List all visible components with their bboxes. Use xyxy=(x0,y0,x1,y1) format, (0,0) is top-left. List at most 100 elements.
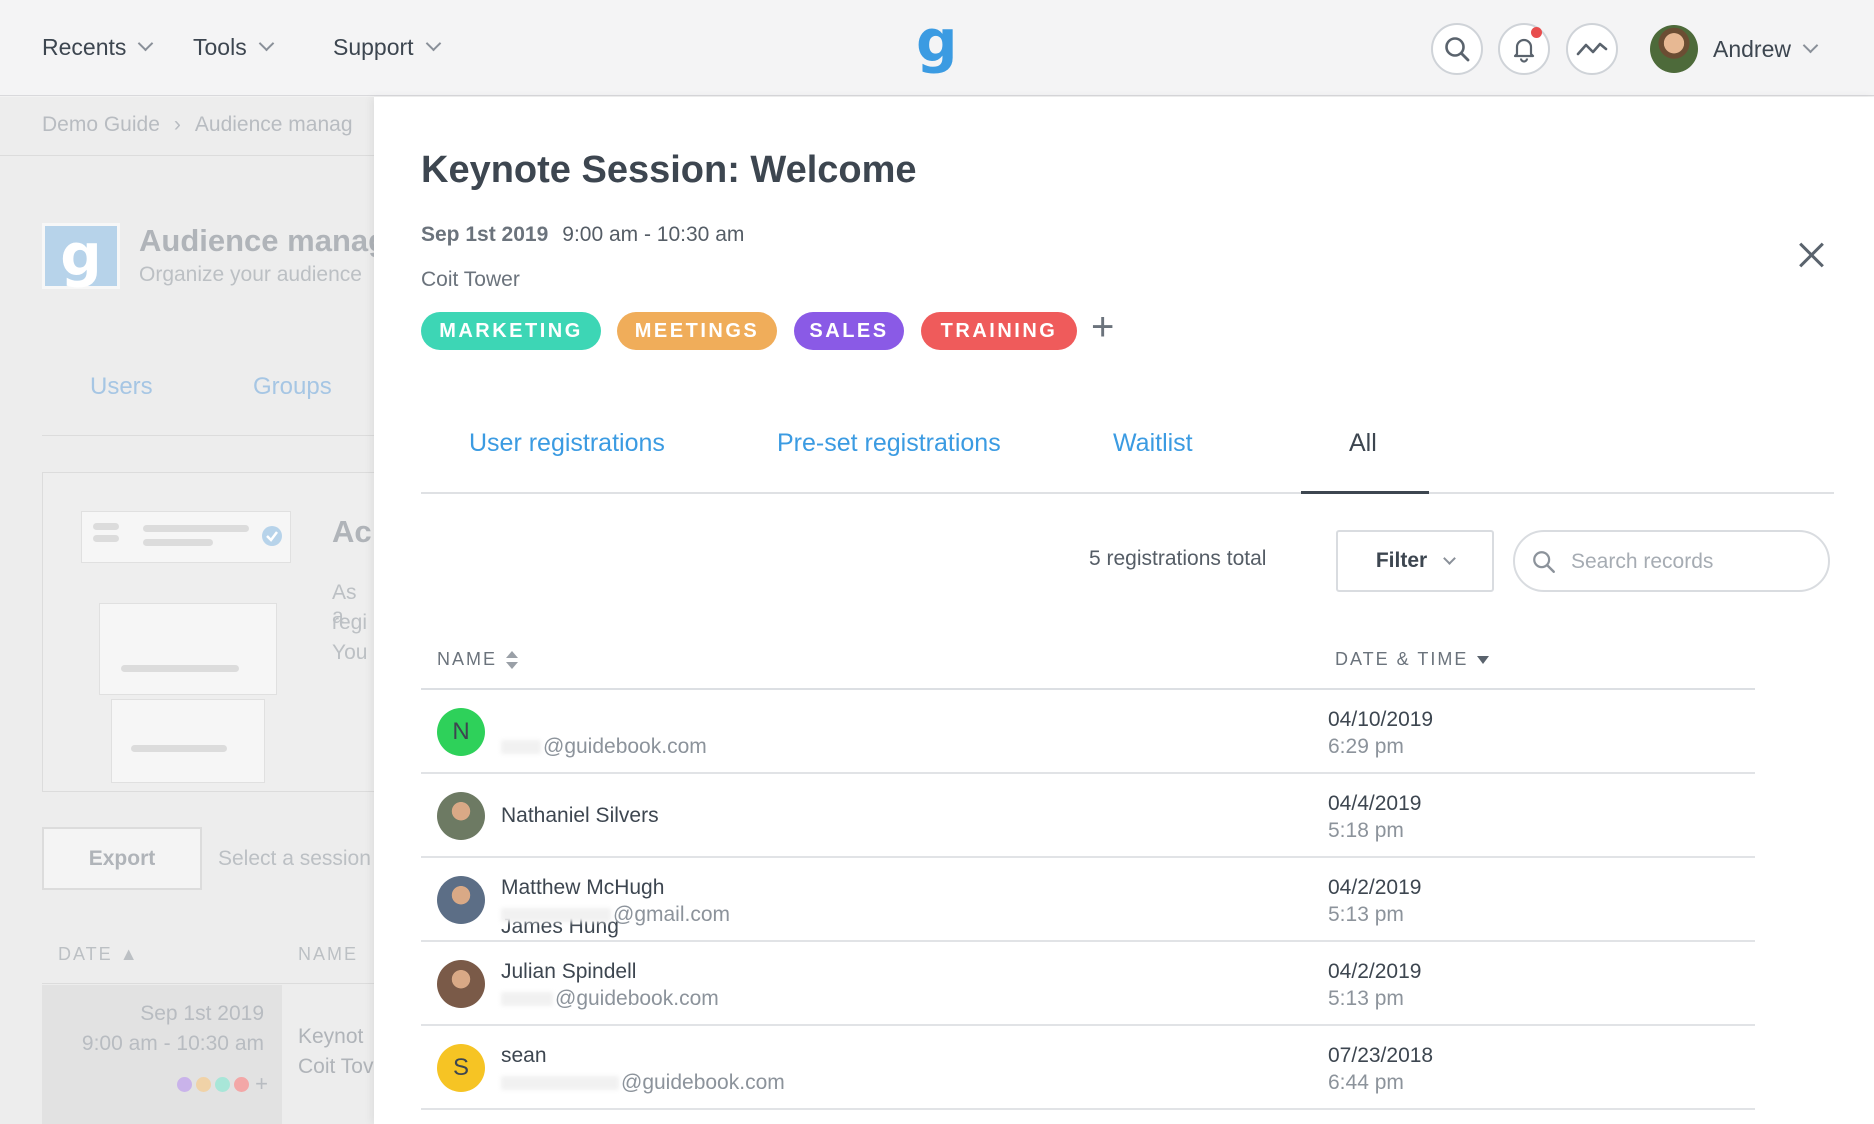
illustration-box xyxy=(99,603,277,695)
add-tag-icon[interactable]: + xyxy=(1091,307,1114,347)
session-tag-dots: + xyxy=(173,1071,268,1097)
illustration-bar xyxy=(93,535,119,542)
tools-label: Tools xyxy=(193,34,247,60)
registration-time: 5:18 pm xyxy=(1328,819,1404,842)
top-navigation-bar: Recents Tools Support g Andrew xyxy=(0,0,1874,96)
col-name-header[interactable]: NAME xyxy=(298,944,358,965)
notifications-button[interactable] xyxy=(1498,23,1550,75)
select-session-hint: Select a session xyxy=(218,847,371,870)
avatar xyxy=(437,960,485,1008)
empty-state-card xyxy=(42,472,374,792)
divider xyxy=(0,155,374,156)
registration-date: 04/10/2019 xyxy=(1328,708,1434,731)
registration-time: 5:13 pm xyxy=(1328,903,1404,926)
email-domain: @guidebook.com xyxy=(555,987,719,1010)
col-date-header[interactable]: DATE ▲ xyxy=(58,944,140,965)
illustration-bar xyxy=(131,745,227,752)
search-icon xyxy=(1533,551,1555,573)
registrant-name: Julian Spindell xyxy=(501,960,637,983)
chevron-down-icon xyxy=(258,35,274,52)
filter-label: Filter xyxy=(1375,549,1428,572)
tag-dot xyxy=(196,1076,212,1092)
tag-sales[interactable]: SALES xyxy=(794,312,904,350)
email-domain: @gmail.com xyxy=(613,903,731,926)
session-row[interactable]: Sep 1st 2019 9:00 am - 10:30 am + xyxy=(42,985,282,1124)
sort-up-icon: ▲ xyxy=(119,944,140,964)
tab-user-registrations[interactable]: User registrations xyxy=(469,429,665,458)
tag-dot xyxy=(234,1076,250,1092)
col-datetime-header[interactable]: DATE & TIME xyxy=(1335,649,1490,670)
tab-all[interactable]: All xyxy=(1349,429,1377,458)
col-name-header[interactable]: NAME xyxy=(437,649,519,670)
guidebook-logo[interactable]: g xyxy=(916,12,958,70)
search-button[interactable] xyxy=(1431,23,1483,75)
empty-state-heading: Ac xyxy=(332,514,372,549)
tab-waitlist[interactable]: Waitlist xyxy=(1113,429,1193,458)
registration-time: 6:29 pm xyxy=(1328,735,1404,758)
illustration-box xyxy=(111,699,265,783)
chevron-down-icon xyxy=(425,35,441,52)
page-subtitle: Organize your audience xyxy=(139,263,362,286)
tag-meetings[interactable]: MEETINGS xyxy=(617,312,777,350)
search-records-field[interactable] xyxy=(1513,530,1830,592)
illustration-bar xyxy=(121,665,239,672)
avatar: N xyxy=(437,708,485,756)
bell-icon xyxy=(1513,38,1535,63)
registrant-email: @guidebook.com xyxy=(501,735,707,759)
tag-training[interactable]: TRAINING xyxy=(921,312,1077,350)
illustration-bar xyxy=(143,525,249,532)
tag-marketing[interactable]: MARKETING xyxy=(421,312,601,350)
col-name-label: NAME xyxy=(437,649,498,669)
support-menu[interactable]: Support xyxy=(333,34,441,61)
guide-logo: g xyxy=(42,223,120,289)
recents-menu[interactable]: Recents xyxy=(42,34,154,61)
registrant-name: Matthew McHugh xyxy=(501,876,665,899)
active-tab-indicator xyxy=(1301,491,1429,494)
tools-menu[interactable]: Tools xyxy=(193,34,274,61)
table-row[interactable]: N Nathaniel Silvers @guidebook.com 04/10… xyxy=(421,690,1755,827)
empty-state-text: regi xyxy=(332,611,368,634)
notification-dot xyxy=(1531,27,1542,38)
user-avatar[interactable] xyxy=(1650,25,1698,73)
chevron-down-icon xyxy=(1443,551,1457,565)
chevron-down-icon xyxy=(138,35,154,52)
breadcrumb-chevron-icon: › xyxy=(173,113,181,136)
table-row[interactable]: James Hung 04/4/2019 5:18 pm xyxy=(421,774,1755,938)
user-menu[interactable]: Andrew xyxy=(1713,36,1819,63)
registrant-name: sean xyxy=(501,1044,547,1067)
tab-users[interactable]: Users xyxy=(90,373,153,401)
plus-icon: + xyxy=(255,1071,268,1096)
table-row[interactable]: Matthew McHugh @gmail.com 04/2/2019 5:13… xyxy=(421,858,1755,942)
breadcrumb-item[interactable]: Demo Guide xyxy=(42,113,160,136)
redacted-text xyxy=(501,1076,619,1091)
breadcrumb-item[interactable]: Audience manag xyxy=(195,113,353,136)
tag-dot xyxy=(215,1076,231,1092)
session-detail-panel: Keynote Session: Welcome Sep 1st 2019 9:0… xyxy=(374,97,1874,1124)
registration-time: 6:44 pm xyxy=(1328,1071,1404,1094)
registration-date: 07/23/2018 xyxy=(1328,1044,1434,1067)
close-icon[interactable] xyxy=(1791,235,1831,275)
avatar xyxy=(437,876,485,924)
col-date-label: DATE xyxy=(58,944,113,964)
table-row[interactable]: Julian Spindell @guidebook.com 04/2/2019… xyxy=(421,942,1755,1026)
registration-date: 04/4/2019 xyxy=(1328,792,1422,815)
export-button[interactable]: Export xyxy=(42,827,202,890)
tab-groups[interactable]: Groups xyxy=(253,373,332,401)
session-date: Sep 1st 2019 xyxy=(140,1002,264,1025)
user-name-label: Andrew xyxy=(1713,36,1791,62)
email-domain: @guidebook.com xyxy=(621,1071,785,1094)
tab-preset-registrations[interactable]: Pre-set registrations xyxy=(777,429,1001,458)
breadcrumb: Demo Guide › Audience manag xyxy=(42,113,353,137)
search-input[interactable] xyxy=(1571,546,1811,578)
filter-button[interactable]: Filter xyxy=(1336,530,1494,592)
email-domain: @guidebook.com xyxy=(543,735,707,758)
session-time: 9:00 am - 10:30 am xyxy=(562,223,745,246)
divider xyxy=(42,435,374,436)
support-label: Support xyxy=(333,34,414,60)
registrant-email: @guidebook.com xyxy=(501,1071,785,1095)
registration-time: 5:13 pm xyxy=(1328,987,1404,1010)
activity-icon xyxy=(1576,42,1608,56)
activity-button[interactable] xyxy=(1566,23,1618,75)
divider xyxy=(42,983,374,984)
table-row[interactable]: S sean @guidebook.com 07/23/2018 6:44 pm xyxy=(421,1026,1755,1110)
